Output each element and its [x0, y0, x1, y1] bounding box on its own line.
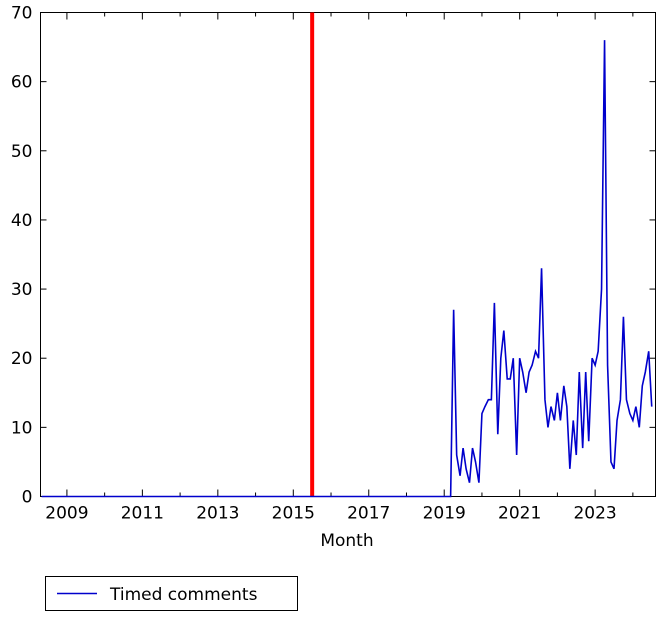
y-tick-label: 0 — [22, 488, 33, 508]
chart-legend: Timed comments — [45, 576, 298, 611]
x-tick-label: 2009 — [45, 504, 88, 524]
x-tick-label: 2011 — [121, 504, 164, 524]
y-tick-label: 70 — [11, 4, 33, 24]
y-tick-label: 30 — [11, 280, 33, 300]
y-tick-label: 60 — [11, 73, 33, 93]
x-tick-label: 2015 — [272, 504, 315, 524]
x-tick-label: 2023 — [573, 504, 616, 524]
y-tick-label: 10 — [11, 418, 33, 438]
legend-label-timed-comments: Timed comments — [109, 585, 258, 605]
y-tick-label: 50 — [11, 142, 33, 162]
line-chart: 0 10 20 30 40 50 60 70 2009 2011 2013 2015 2017 2019… — [0, 0, 666, 621]
x-tick-label: 2021 — [498, 504, 541, 524]
y-tick-label: 20 — [11, 349, 33, 369]
plot-area-border — [40, 12, 656, 497]
x-tick-label: 2013 — [196, 504, 239, 524]
x-tick-label: 2019 — [423, 504, 466, 524]
y-tick-label: 40 — [11, 211, 33, 231]
x-axis-label: Month — [320, 531, 373, 551]
chart-figure: 0 10 20 30 40 50 60 70 2009 2011 2013 2015 2017 2019… — [0, 0, 666, 621]
x-tick-label: 2017 — [347, 504, 390, 524]
